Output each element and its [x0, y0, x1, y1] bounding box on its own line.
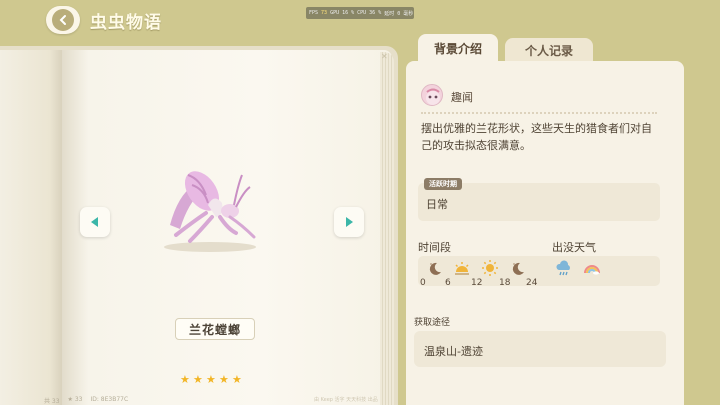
- back-arrow-icon: [52, 9, 74, 31]
- star-icon: ★: [193, 373, 203, 386]
- performance-overlay: FPS 73 GPU 16 % CPU 36 % 延时 0 毫秒: [306, 7, 414, 19]
- time-tick: 18: [499, 278, 511, 288]
- perf-gpu-value: 16 %: [342, 10, 355, 16]
- tab-personal-record[interactable]: 个人记录: [505, 38, 593, 62]
- time-period-label: 时间段: [418, 241, 451, 254]
- divider: [421, 112, 657, 114]
- time-tick: 24: [526, 278, 538, 288]
- footer-id: ID: 8E3B77C: [90, 396, 129, 403]
- perf-fps-label: FPS: [309, 10, 319, 16]
- obtain-method-value: 温泉山-遗迹: [424, 345, 483, 358]
- perf-cpu-label: CPU: [357, 10, 367, 16]
- book-footer: 共 33 ★ 33 ID: 8E3B77C: [44, 396, 128, 405]
- sunrise-icon: [455, 262, 469, 275]
- creature-name-tag: 兰花螳螂: [175, 318, 255, 340]
- star-icon: ★: [180, 373, 190, 386]
- page-title: 虫虫物语: [90, 13, 162, 33]
- author-name: 趣闻: [451, 91, 473, 104]
- perf-latency-value: 0 毫秒: [397, 10, 414, 17]
- time-tick: 6: [445, 278, 451, 288]
- perf-latency-label: 延时: [384, 10, 395, 17]
- orchid-mantis-illustration: [164, 171, 256, 252]
- obtain-method-label: 获取途径: [414, 318, 451, 328]
- moon-icon: [429, 262, 441, 275]
- footer-credit: 由 Keep 活字 天天科技 出品: [314, 397, 378, 403]
- triangle-right-icon: [346, 217, 353, 227]
- time-tick: 12: [471, 278, 483, 288]
- rainbow-icon: [584, 265, 600, 275]
- footer-stars: ★ 33: [67, 396, 83, 403]
- sun-icon: [482, 260, 498, 276]
- tab-background-intro[interactable]: 背景介绍: [418, 34, 498, 62]
- book-page-edges: [380, 52, 394, 405]
- rating-stars: ★ ★ ★ ★ ★: [180, 374, 243, 385]
- perf-fps-value: 73: [321, 10, 328, 16]
- active-period-badge: 活跃时期: [424, 178, 462, 190]
- moon-icon: [512, 262, 524, 275]
- time-tick: 0: [420, 278, 426, 288]
- star-icon: ★: [219, 373, 229, 386]
- triangle-left-icon: [91, 217, 98, 227]
- perf-cpu-value: 36 %: [369, 10, 382, 16]
- star-icon: ★: [206, 373, 216, 386]
- page-corner-icon: ✕: [381, 52, 388, 61]
- rain-icon: [556, 260, 570, 276]
- weather-label: 出没天气: [552, 241, 596, 254]
- book-left-page: [0, 50, 62, 405]
- author-avatar: [421, 84, 443, 106]
- prev-creature-button[interactable]: [80, 207, 110, 237]
- active-period-value: 日常: [426, 198, 448, 211]
- footer-count: 共 33: [44, 398, 60, 405]
- star-icon: ★: [232, 373, 242, 386]
- next-creature-button[interactable]: [334, 207, 364, 237]
- back-button[interactable]: [46, 6, 80, 34]
- creature-description: 摆出优雅的兰花形状，这些天生的猎食者们对自己的攻击拟态很满意。: [421, 122, 652, 152]
- perf-gpu-label: GPU: [330, 10, 340, 16]
